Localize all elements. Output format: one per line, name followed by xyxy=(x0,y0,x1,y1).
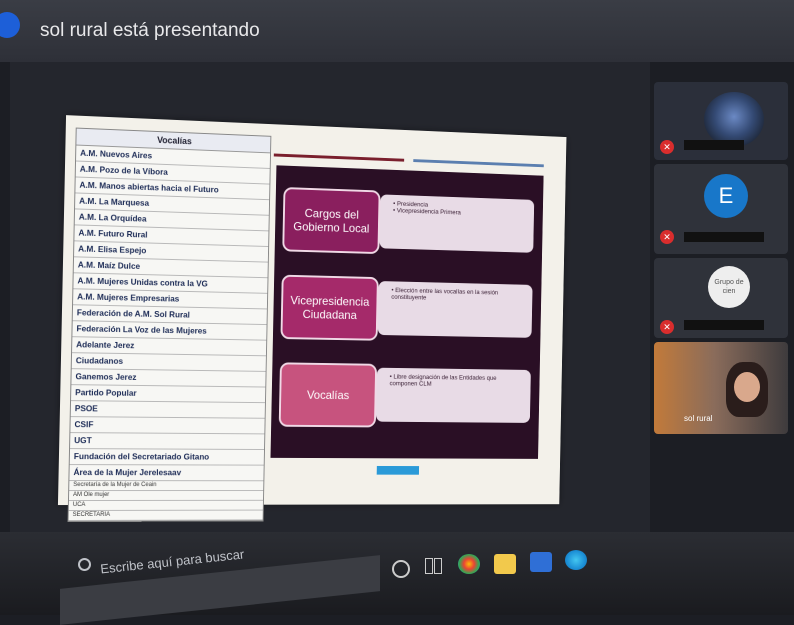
decoration-red-line xyxy=(274,154,404,162)
participant-tile-2[interactable]: E ✕ xyxy=(654,164,788,254)
box-vicepresidencia-ciudadana: Vicepresidencia Ciudadana xyxy=(280,275,378,341)
participant-avatar-e: E xyxy=(704,174,748,218)
participant-name-self: sol rural xyxy=(684,414,712,423)
participant-avatar-image: Grupo de cien xyxy=(708,266,750,308)
mic-off-icon: ✕ xyxy=(660,320,674,334)
cortana-icon[interactable] xyxy=(392,560,410,578)
vocalias-table-row: Área de la Mujer Jerelesaav xyxy=(69,465,263,481)
vocalias-table-small-row: AM Ole mujer xyxy=(69,491,263,501)
box-cargos-gobierno-detail: Presidencia Vicepresidencia Primera xyxy=(379,194,534,252)
cargos-panel: Cargos del Gobierno Local Presidencia Vi… xyxy=(270,165,543,459)
vocalias-table-row: CSIF xyxy=(70,417,264,434)
task-view-icon[interactable] xyxy=(425,556,443,574)
participant-tile-3[interactable]: Grupo de cien ✕ xyxy=(654,258,788,338)
windows-taskbar: Escribe aquí para buscar xyxy=(0,532,794,615)
presenter-avatar xyxy=(0,12,20,38)
vocalias-table-small-rows: Secretaría de la Mujer de Ceain AM Ole mu… xyxy=(69,481,264,521)
chrome-icon[interactable] xyxy=(458,554,480,574)
participant-name-redacted-3 xyxy=(684,320,764,330)
participants-panel: ✕ E ✕ Grupo de cien ✕ sol rural xyxy=(650,80,794,520)
mic-off-icon: ✕ xyxy=(660,140,674,154)
vocalias-table-row: Fundación del Secretariado Gitano xyxy=(70,449,264,466)
decoration-blue-line xyxy=(413,159,544,167)
search-icon xyxy=(78,558,91,571)
box-vocalias-label: Vocalías xyxy=(307,388,350,402)
participant-name-redacted-2 xyxy=(684,232,764,242)
box-vocalias: Vocalías xyxy=(279,362,377,427)
participant-tile-self[interactable]: sol rural xyxy=(654,342,788,434)
participant-face xyxy=(734,372,760,402)
shared-slide: Vocalías A.M. Nuevos Aires A.M. Pozo de l… xyxy=(58,115,567,505)
file-explorer-icon[interactable] xyxy=(494,554,516,574)
box-cargos-gobierno-label: Cargos del Gobierno Local xyxy=(285,206,379,236)
vocalias-table-small-row: Secretaría de la Mujer de Ceain xyxy=(69,481,263,491)
word-icon[interactable] xyxy=(530,552,552,572)
bullet-eleccion: Elección entre las vocalías en la sesión… xyxy=(391,287,525,304)
box-vicepresidencia-ciudadana-label: Vicepresidencia Ciudadana xyxy=(283,293,377,322)
vocalias-table-small-row: SECRETARIA xyxy=(69,511,263,521)
vocalias-table: Vocalías A.M. Nuevos Aires A.M. Pozo de l… xyxy=(68,128,272,522)
box-vicepresidencia-ciudadana-detail: Elección entre las vocalías en la sesión… xyxy=(378,281,533,338)
vocalias-table-row: PSOE xyxy=(71,401,265,419)
slide-footer-link xyxy=(377,466,419,475)
mic-off-icon: ✕ xyxy=(660,230,674,244)
vocalias-table-rows: A.M. Nuevos Aires A.M. Pozo de la Víbora A… xyxy=(69,146,270,482)
box-vocalias-detail: Libre designación de las Entidades que c… xyxy=(376,368,531,423)
participant-avatar-image-text: Grupo de cien xyxy=(708,278,750,296)
meeting-header: sol rural está presentando xyxy=(0,0,794,62)
participant-name-redacted-1 xyxy=(684,140,744,150)
vocalias-table-small-row: UCA xyxy=(69,501,263,511)
presenter-label: sol rural está presentando xyxy=(40,20,260,42)
vocalias-table-row: UGT xyxy=(70,433,264,450)
participant-video-1 xyxy=(704,92,764,147)
participant-tile-1[interactable]: ✕ xyxy=(654,82,788,160)
slide-canvas: Vocalías A.M. Nuevos Aires A.M. Pozo de l… xyxy=(58,115,567,505)
edge-icon[interactable] xyxy=(565,550,587,570)
bullet-libre-designacion: Libre designación de las Entidades que c… xyxy=(389,374,523,389)
box-cargos-gobierno: Cargos del Gobierno Local xyxy=(282,187,380,254)
